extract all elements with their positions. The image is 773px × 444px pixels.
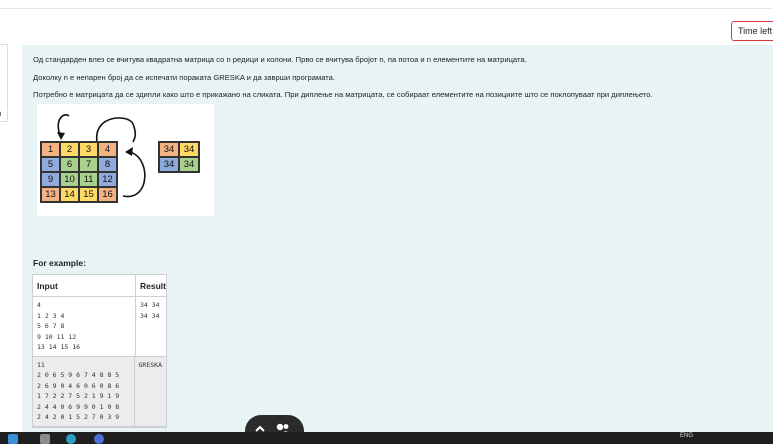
matrix-cell: 14 (60, 187, 79, 202)
example-result-cell: 34 34 34 34 (136, 297, 164, 356)
result-matrix: 34 34 34 34 (158, 141, 200, 173)
time-left-button[interactable]: Time left (731, 21, 773, 41)
question-paragraph-3: Потребно е матрицата да се здипли како ш… (33, 90, 653, 99)
result-cell: 34 (159, 142, 179, 157)
input-line: 2 6 9 0 4 6 0 6 0 8 6 (37, 381, 120, 390)
example-heading: For example: (33, 258, 86, 268)
result-column-header: Result (140, 281, 166, 291)
windows-taskbar: ENG (0, 432, 773, 444)
table-row: 4 1 2 3 4 5 6 7 8 9 10 11 12 13 14 15 16… (33, 297, 166, 357)
quiz-info-panel: n (0, 44, 8, 122)
matrix-cell: 10 (60, 172, 79, 187)
example-result-cell: GRESKA (135, 357, 166, 426)
matrix-cell: 4 (98, 142, 117, 157)
result-cell: 34 (179, 157, 199, 172)
matrix-cell: 8 (98, 157, 117, 172)
result-cell: 34 (159, 157, 179, 172)
system-tray-language[interactable]: ENG (680, 433, 693, 439)
input-column-header: Input (33, 275, 136, 296)
search-icon[interactable] (40, 434, 50, 444)
input-line: 11 (37, 360, 45, 369)
source-matrix: 1 2 3 4 5 6 7 8 9 10 11 12 13 14 15 16 (40, 141, 118, 203)
matrix-cell: 12 (98, 172, 117, 187)
example-input-cell: 4 1 2 3 4 5 6 7 8 9 10 11 12 13 14 15 16 (33, 297, 136, 356)
input-line: 9 10 11 12 (37, 332, 77, 341)
example-table-header: Input Result (33, 275, 166, 297)
folding-illustration: 1 2 3 4 5 6 7 8 9 10 11 12 13 14 15 16 3… (37, 104, 214, 216)
matrix-cell: 9 (41, 172, 60, 187)
input-line: 1 7 2 2 7 5 2 1 9 1 9 (37, 392, 120, 400)
input-line: 2 4 2 0 1 5 2 7 0 3 9 (37, 413, 120, 421)
result-line: GRESKA (138, 360, 162, 369)
matrix-cell: 3 (79, 142, 98, 157)
matrix-cell: 13 (41, 187, 60, 202)
input-line: 1 2 3 4 (37, 311, 65, 320)
matrix-cell: 2 (60, 142, 79, 157)
windows-start-icon[interactable] (8, 434, 18, 444)
input-line: 5 6 7 8 (37, 322, 65, 330)
input-line: 4 (37, 301, 41, 309)
matrix-cell: 5 (41, 157, 60, 172)
matrix-cell: 1 (41, 142, 60, 157)
question-paragraph-2: Доколку n е непарен број да се испечати … (33, 73, 335, 82)
edge-icon[interactable] (66, 434, 76, 444)
example-table: Input Result 4 1 2 3 4 5 6 7 8 9 10 11 1… (32, 274, 167, 428)
result-line: 34 34 (140, 301, 160, 309)
table-row: 11 2 0 6 5 9 6 7 4 8 8 5 2 6 9 0 4 6 0 6… (33, 356, 166, 427)
input-line: 2 0 6 5 9 6 7 4 8 8 5 (37, 371, 120, 379)
matrix-cell: 7 (79, 157, 98, 172)
question-paragraph-1: Од стандарден влез се вчитува квадратна … (33, 55, 527, 64)
top-bar (0, 0, 773, 9)
matrix-cell: 15 (79, 187, 98, 202)
chrome-icon[interactable] (94, 434, 104, 444)
result-cell: 34 (179, 142, 199, 157)
input-line: 2 4 4 0 6 9 9 0 1 0 8 (37, 402, 120, 411)
example-input-cell: 11 2 0 6 5 9 6 7 4 8 8 5 2 6 9 0 4 6 0 6… (33, 356, 135, 426)
input-line: 13 14 15 16 (37, 343, 81, 351)
matrix-cell: 6 (60, 157, 79, 172)
matrix-cell: 16 (98, 187, 117, 202)
matrix-cell: 11 (79, 172, 98, 187)
info-panel-edge: n (0, 109, 1, 118)
result-line: 34 34 (140, 311, 160, 320)
